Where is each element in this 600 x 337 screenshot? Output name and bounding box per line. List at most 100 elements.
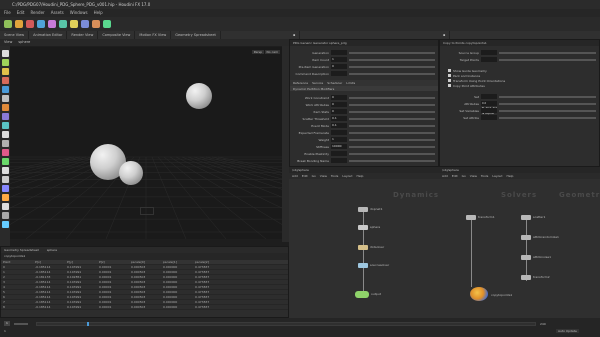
column-header[interactable]: P[y] [65,260,97,264]
menu-assets[interactable]: Assets [51,9,64,17]
node-sphere[interactable] [358,225,368,230]
tool-icon[interactable] [1,122,9,129]
param-slider[interactable] [499,51,596,54]
network-menu-item[interactable]: Go [312,173,316,179]
tool-icon[interactable] [1,221,9,228]
node-scatter1[interactable] [521,215,531,220]
3d-viewport[interactable]: Persp No cam [10,47,282,239]
param-slider[interactable] [499,95,596,98]
tool-icon[interactable] [1,149,9,156]
network-menu-item[interactable]: Add [292,173,298,179]
checkbox-row[interactable]: Copy Point Attributes [448,83,591,88]
tool-icon[interactable] [1,167,9,174]
param-field[interactable] [331,158,347,163]
param-field[interactable] [331,130,347,135]
network-menu-item[interactable]: Add [442,173,448,179]
auto-update-menu[interactable]: Auto Update [556,329,579,333]
tool-icon[interactable] [1,113,9,120]
tool-icon[interactable] [1,185,9,192]
checkbox[interactable] [448,74,451,77]
current-frame-marker[interactable] [87,322,89,326]
shelf-tool-icon[interactable] [92,20,100,28]
tab-copy[interactable]: ▪ [439,31,451,39]
param-field[interactable] [481,57,497,62]
param-field[interactable] [331,151,347,156]
param-field[interactable]: 0 [331,64,347,69]
param-slider[interactable] [349,65,435,68]
tool-icon[interactable] [1,68,9,75]
param-field[interactable] [331,50,347,55]
param-field[interactable]: 0.1 [331,116,347,121]
menu-help[interactable]: Help [94,9,103,17]
tool-icon[interactable] [1,50,9,57]
node-output[interactable] [355,291,369,298]
shelf-tool-icon[interactable] [48,20,56,28]
network-menu-item[interactable]: Help [357,173,364,179]
column-header[interactable]: pscale[0] [129,260,161,264]
param-slider[interactable] [499,102,596,105]
checkbox[interactable] [448,69,451,72]
param-field[interactable]: 1 [331,137,347,142]
node-attribnoise1[interactable] [521,255,531,260]
column-header[interactable]: P[x] [33,260,65,264]
param-slider[interactable] [349,138,435,141]
tab-composite-view[interactable]: Composite View [98,31,136,39]
sphere-object[interactable] [186,83,212,109]
spreadsheet-path[interactable]: sphere [47,247,57,253]
menu-edit[interactable]: Edit [17,9,25,17]
network-menu-item[interactable]: Go [462,173,466,179]
param-field[interactable]: 1 [331,57,347,62]
param-field[interactable]: 0 [331,102,347,107]
timeline-slider[interactable] [36,322,536,326]
playback-controls[interactable] [14,323,28,325]
tab-scene-view[interactable]: Scene View [0,31,30,39]
param-slider[interactable] [349,51,435,54]
param-slider[interactable] [499,109,596,112]
tool-icon[interactable] [1,104,9,111]
param-slider[interactable] [349,159,435,162]
shelf-tool-icon[interactable] [15,20,23,28]
network-menu-item[interactable]: Layout [342,173,352,179]
camera-menu[interactable]: No cam [264,50,280,54]
param-slider[interactable] [499,116,596,119]
tool-icon[interactable] [1,131,9,138]
param-slider[interactable] [349,72,435,75]
tab-render-view[interactable]: Render View [67,31,99,39]
menu-file[interactable]: File [4,9,11,17]
column-header[interactable]: P[z] [97,260,129,264]
param-slider[interactable] [349,152,435,155]
menu-windows[interactable]: Windows [70,9,88,17]
shelf-tool-icon[interactable] [70,20,78,28]
sphere-object[interactable] [119,161,143,185]
tab-parameters[interactable]: ▪ [289,31,301,39]
table-row[interactable]: 8 -0.185114 0.103991 0.00001 0.000503 0.00000… [1,305,288,310]
network-menu-item[interactable]: Edit [302,173,308,179]
param-slider[interactable] [349,145,435,148]
param-slider[interactable] [349,124,435,127]
param-slider[interactable] [349,96,435,99]
network-menu-item[interactable]: Edit [452,173,458,179]
param-field[interactable]: 0 [331,95,347,100]
checkbox[interactable] [448,84,451,87]
param-slider[interactable] [349,117,435,120]
node-transform1[interactable] [466,215,476,220]
column-header[interactable]: Point [1,260,33,264]
param-field[interactable]: 10000 [331,144,347,149]
column-header[interactable]: pscale[1] [161,260,193,264]
tab-geometry-spreadsheet[interactable]: Geometry Spreadsheet [171,31,221,39]
tab-animation-editor[interactable]: Animation Editor [29,31,68,39]
tool-icon[interactable] [1,95,9,102]
tab-motion-fx[interactable]: Motion FX View [135,31,172,39]
network-menu-item[interactable]: Help [507,173,514,179]
node-dopnet1[interactable] [358,207,368,212]
network-menu-item[interactable]: Tools [331,173,338,179]
param-field[interactable] [481,50,497,55]
param-slider[interactable] [349,58,435,61]
tool-icon[interactable] [1,140,9,147]
param-slider[interactable] [499,58,596,61]
param-field[interactable]: Cd N_*Cd_*id N Alpha [481,101,497,115]
network-editor-dynamics[interactable]: /obj/sphere Add Edit Go View Tools Layout Help… [289,167,439,318]
param-slider[interactable] [349,131,435,134]
tool-icon[interactable] [1,158,9,165]
param-slider[interactable] [349,103,435,106]
